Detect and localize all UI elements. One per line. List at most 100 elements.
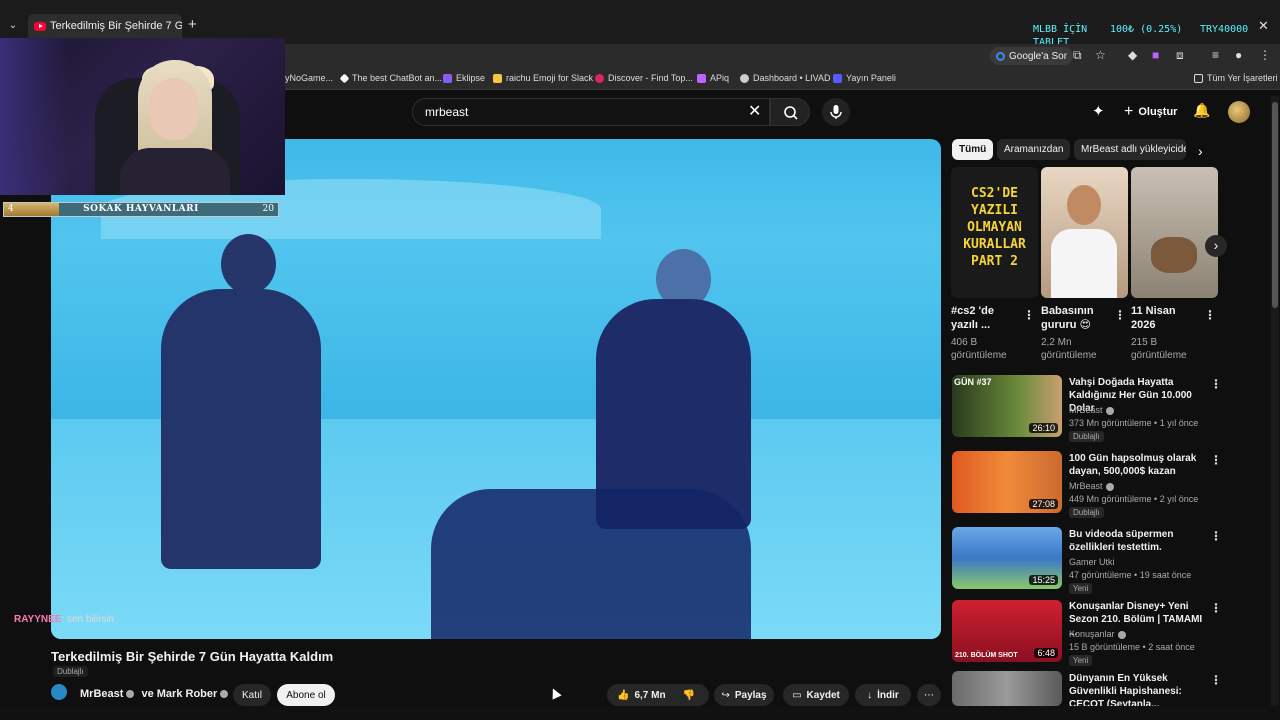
dubbed-badge: Dublajlı xyxy=(53,666,88,677)
chip-from-searches[interactable]: Aramanızdan xyxy=(997,139,1071,160)
short-menu-icon[interactable]: ⋮ xyxy=(1204,308,1216,322)
notifications-bell-icon[interactable]: 🔔 xyxy=(1193,102,1210,119)
short-thumb-animal xyxy=(1151,237,1197,273)
recommendation-menu-icon[interactable]: ⋮ xyxy=(1210,673,1222,687)
join-label: Katıl xyxy=(241,689,262,701)
recommendation-thumbnail[interactable]: GÜN #37 26:10 xyxy=(952,375,1062,437)
stream-overlay-progress: 100₺ (0.25%) xyxy=(1110,24,1183,35)
short-menu-icon[interactable]: ⋮ xyxy=(1023,308,1035,322)
tab-title: Terkedilmiş Bir Şehirde 7 G xyxy=(50,20,182,32)
goal-label: SOKAK HAYVANLARI xyxy=(83,204,199,214)
bookmark-label: Dashboard • LIVAD xyxy=(753,73,831,83)
chip-from-uploader[interactable]: MrBeast adlı yükleyiciden xyxy=(1074,139,1186,160)
recommendation-channel[interactable]: Gamer Utki xyxy=(1069,557,1115,567)
voice-search-button[interactable] xyxy=(822,98,850,126)
bookmark-label: APiq xyxy=(710,73,730,83)
bookmark-item[interactable]: The best ChatBot an... xyxy=(339,73,442,83)
tab-search-chevron-icon[interactable]: ⌄ xyxy=(4,17,22,35)
channel-avatar[interactable] xyxy=(51,684,67,700)
recommendation-menu-icon[interactable]: ⋮ xyxy=(1210,529,1222,543)
recommendation-menu-icon[interactable]: ⋮ xyxy=(1210,453,1222,467)
bookmark-item[interactable]: Discover - Find Top... xyxy=(595,73,693,83)
install-app-icon[interactable]: ⧉ xyxy=(1073,48,1082,63)
search-input[interactable]: mrbeast xyxy=(412,98,770,126)
short-menu-icon[interactable]: ⋮ xyxy=(1114,308,1126,322)
subscribe-button[interactable]: Abone ol xyxy=(277,684,335,706)
short-title[interactable]: 11 Nisan 2026 xyxy=(1131,304,1201,332)
recommendation-meta: 47 görüntüleme • 19 saat önce xyxy=(1069,570,1192,580)
recommendation-menu-icon[interactable]: ⋮ xyxy=(1210,601,1222,615)
recommendation-menu-icon[interactable]: ⋮ xyxy=(1210,377,1222,391)
recommendation-thumbnail[interactable]: 15:25 xyxy=(952,527,1062,589)
clear-search-icon[interactable]: ✕ xyxy=(748,101,761,121)
bookmark-item[interactable]: yNoGame... xyxy=(285,73,333,83)
verified-icon xyxy=(126,690,135,699)
short-views: 2,2 Mn görüntüleme xyxy=(1041,337,1097,361)
account-avatar[interactable] xyxy=(1228,101,1250,123)
webcam-face xyxy=(150,78,198,140)
browser-menu-icon[interactable]: ⋮ xyxy=(1259,48,1271,62)
recommendation-channel[interactable]: MrBeast xyxy=(1069,405,1114,415)
shorts-next-chevron-icon[interactable]: › xyxy=(1205,235,1227,257)
create-button[interactable]: + Oluştur xyxy=(1118,100,1183,124)
share-button[interactable]: ↪ Paylaş xyxy=(714,684,774,706)
bookmark-label: yNoGame... xyxy=(285,73,334,83)
create-label: Oluştur xyxy=(1138,106,1178,118)
extensions-puzzle-icon[interactable]: ⧈ xyxy=(1176,48,1184,63)
plus-icon: + xyxy=(1124,103,1134,120)
video-frame-person-head xyxy=(221,234,276,294)
short-views: 406 B görüntüleme xyxy=(951,337,1007,361)
recommendation-thumbnail[interactable] xyxy=(952,671,1062,706)
media-controls-icon[interactable]: ≡ xyxy=(1212,48,1219,62)
goal-target: 20 xyxy=(262,204,274,214)
join-button[interactable]: Katıl xyxy=(233,684,271,706)
recommendation-channel[interactable]: MrBeast xyxy=(1069,481,1114,491)
webcam-body xyxy=(120,148,230,195)
more-actions-button[interactable]: ⋯ xyxy=(917,684,941,706)
short-thumbnail[interactable] xyxy=(1041,167,1128,298)
download-label: İndir xyxy=(877,689,899,701)
streamer-webcam xyxy=(0,38,285,195)
recommendation-thumbnail[interactable]: 210. BÖLÜM SHOT 6:48 xyxy=(952,600,1062,662)
all-bookmarks-folder[interactable]: Tüm Yer İşaretleri xyxy=(1194,73,1278,83)
bookmark-item[interactable]: Dashboard • LIVAD xyxy=(740,73,831,83)
short-thumbnail[interactable] xyxy=(1131,167,1218,298)
bookmark-favicon-icon xyxy=(339,73,350,83)
channel-name[interactable]: MrBeast ve Mark Rober xyxy=(80,688,229,700)
like-icon[interactable]: 👍 xyxy=(617,690,629,701)
bookmark-item[interactable]: Yayın Paneli xyxy=(833,73,896,83)
bookmark-item[interactable]: Eklipse xyxy=(443,73,485,83)
bookmark-item[interactable]: raichu Emoji for Slack xyxy=(493,73,593,83)
short-title[interactable]: Babasının gururu 😍 xyxy=(1041,304,1111,332)
chips-next-chevron-icon[interactable]: › xyxy=(1198,143,1203,159)
upload-sparkle-icon[interactable]: ✦ xyxy=(1092,102,1105,120)
extension-icon[interactable]: ◆ xyxy=(1128,48,1137,62)
bookmark-favicon-icon xyxy=(443,73,452,83)
bookmark-star-icon[interactable]: ☆ xyxy=(1095,48,1106,62)
recommendation-thumbnail[interactable]: 27:08 xyxy=(952,451,1062,513)
recommendation-badge: Yeni xyxy=(1069,655,1093,666)
page-scrollbar-thumb[interactable] xyxy=(1272,102,1278,308)
short-thumbnail[interactable]: CS2'DE YAZILI OLMAYAN KURALLAR PART 2 xyxy=(951,167,1038,298)
new-tab-button[interactable]: + xyxy=(188,16,197,33)
recommendation-title[interactable]: 100 Gün hapsolmuş olarak dayan, 500,000$… xyxy=(1069,452,1205,478)
recommendation-channel[interactable]: Konuşanlar xyxy=(1069,629,1126,639)
recommendation-title[interactable]: Bu videoda süpermen özellikleri testetti… xyxy=(1069,528,1205,554)
share-icon: ↪ xyxy=(721,689,730,701)
video-duration: 6:48 xyxy=(1034,648,1058,658)
profile-icon[interactable]: ● xyxy=(1235,48,1242,62)
save-button[interactable]: ▭ Kaydet xyxy=(783,684,849,706)
save-icon: ▭ xyxy=(792,689,802,701)
short-title[interactable]: #cs2 'de yazılı ... xyxy=(951,304,1021,332)
window-close-icon[interactable]: ✕ xyxy=(1258,18,1269,34)
download-button[interactable]: ↓ İndir xyxy=(855,684,911,706)
chip-all[interactable]: Tümü xyxy=(952,139,994,160)
search-button[interactable] xyxy=(770,98,810,126)
more-icon: ⋯ xyxy=(924,689,934,701)
extension-2-icon[interactable]: ■ xyxy=(1152,48,1159,62)
dislike-icon[interactable]: 👎 xyxy=(683,690,695,701)
bookmark-item[interactable]: APiq xyxy=(697,73,729,83)
tab-active[interactable]: Terkedilmiş Bir Şehirde 7 G 🔊 ✕ xyxy=(28,14,182,38)
like-dislike-group[interactable]: 👍 6,7 Mn 👎 xyxy=(607,684,709,706)
google-ask-button[interactable]: Google'a Sor xyxy=(990,47,1074,65)
